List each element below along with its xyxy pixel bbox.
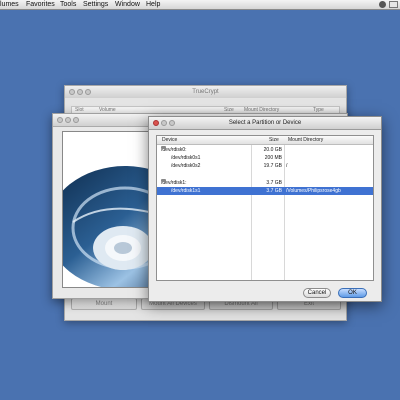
size-cell: 200 MB [264, 155, 282, 161]
table-row[interactable]: /dev/rdisk0s1 200 MB [157, 154, 373, 162]
menu-window[interactable]: Window [115, 0, 140, 9]
device-cell: /dev/rdisk0s1 [171, 154, 200, 162]
minimize-icon[interactable] [65, 117, 71, 123]
hard-disk-icon [161, 179, 166, 182]
mount-directory-cell: / [286, 163, 288, 169]
menu-help[interactable]: Help [146, 0, 160, 9]
col-mount-directory[interactable]: Mount Directory [288, 136, 323, 144]
dialog-title: Select a Partition or Device [228, 120, 302, 126]
dialog-titlebar: Select a Partition or Device [149, 117, 381, 130]
menu-favorites[interactable]: Favorites [26, 0, 55, 9]
cancel-button[interactable]: Cancel [303, 288, 331, 298]
hard-disk-icon [161, 146, 166, 149]
window-title: TrueCrypt [65, 86, 346, 98]
col-device[interactable]: Device [162, 136, 177, 144]
disk-image [62, 131, 150, 288]
minimize-icon[interactable] [77, 89, 83, 95]
mount-directory-cell: /Volumes/Philipsrose4gb [286, 188, 341, 194]
status-icon[interactable] [379, 1, 386, 8]
select-device-dialog: Select a Partition or Device Device Size… [148, 116, 382, 302]
size-cell: 20.0 GB [263, 147, 282, 153]
device-table: Device Size Mount Directory /dev/rdisk0:… [156, 135, 374, 281]
menu-bar: lumes Favorites Tools Settings Window He… [0, 0, 400, 10]
table-row[interactable]: /dev/rdisk1: 3.7 GB [157, 179, 373, 187]
col-size[interactable]: Size [269, 136, 279, 144]
table-header: Device Size Mount Directory [157, 136, 373, 145]
table-row[interactable]: /dev/rdisk1s1 3.7 GB/Volumes/Philipsrose4… [157, 187, 373, 195]
device-cell: /dev/rdisk1s1 [171, 187, 200, 195]
device-cell: /dev/rdisk0: [161, 146, 187, 154]
menu-extra-icon[interactable] [389, 1, 398, 8]
table-row[interactable]: /dev/rdisk0: 20.0 GB [157, 146, 373, 154]
menu-tools[interactable]: Tools [60, 0, 76, 9]
cd-disk-icon [63, 132, 149, 287]
close-icon[interactable] [69, 89, 75, 95]
device-cell: /dev/rdisk1: [161, 179, 187, 187]
mount-button[interactable]: Mount [71, 298, 137, 310]
device-path: /dev/rdisk0s1 [171, 155, 201, 161]
device-path: /dev/rdisk0s2 [171, 163, 201, 169]
device-path: /dev/rdisk1s1 [171, 188, 201, 194]
ok-button[interactable]: OK [338, 288, 367, 298]
table-row[interactable]: /dev/rdisk0s2 19.7 GB / [157, 162, 373, 170]
device-cell: /dev/rdisk0s2 [171, 162, 200, 170]
size-cell: 19.7 GB [263, 163, 282, 169]
size-cell: 3.7 GB [266, 180, 282, 186]
menu-settings[interactable]: Settings [83, 0, 108, 9]
size-cell: 3.7 GB [266, 188, 282, 194]
close-icon[interactable] [57, 117, 63, 123]
menu-volumes[interactable]: lumes [0, 0, 19, 9]
zoom-icon[interactable] [73, 117, 79, 123]
zoom-icon[interactable] [85, 89, 91, 95]
